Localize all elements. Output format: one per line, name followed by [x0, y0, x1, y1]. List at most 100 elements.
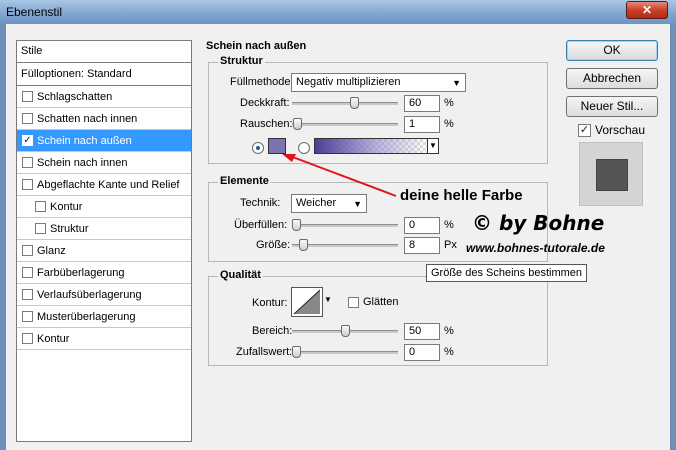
size-unit: Px: [444, 239, 457, 251]
opacity-input[interactable]: 60: [404, 95, 440, 112]
annotation-website: www.bohnes-tutorale.de: [466, 241, 605, 255]
style-preview: [579, 142, 643, 206]
chevron-down-icon: ▼: [452, 78, 461, 88]
technique-label: Technik:: [240, 197, 281, 209]
contour-label: Kontur:: [252, 297, 288, 309]
close-button[interactable]: ✕: [626, 1, 668, 19]
smooth-checkbox-row[interactable]: Glätten: [348, 296, 398, 308]
spread-label: Überfüllen:: [234, 219, 288, 231]
sidebar-item[interactable]: Verlaufsüberlagerung: [17, 284, 191, 306]
glow-gradient-swatch[interactable]: [314, 138, 428, 154]
jitter-input[interactable]: 0: [404, 344, 440, 361]
annotation-credit: © by Bohne: [472, 211, 605, 235]
jitter-unit: %: [444, 346, 454, 358]
sidebar-item[interactable]: Kontur: [17, 328, 191, 350]
sidebar-item-label: Verlaufsüberlagerung: [37, 288, 142, 301]
jitter-label: Zufallswert:: [236, 346, 293, 358]
sidebar-item-checkbox[interactable]: [22, 245, 33, 256]
styles-sidebar: Stile Fülloptionen: Standard Schlagschat…: [16, 40, 192, 442]
title-bar: Ebenenstil ✕: [0, 0, 676, 24]
sidebar-item-label: Farbüberlagerung: [37, 266, 125, 279]
noise-unit: %: [444, 118, 454, 130]
opacity-unit: %: [444, 97, 454, 109]
sidebar-item-label: Abgeflachte Kante und Relief: [37, 178, 180, 191]
sidebar-item[interactable]: Glanz: [17, 240, 191, 262]
sidebar-blending-options[interactable]: Fülloptionen: Standard: [17, 63, 191, 86]
sidebar-item[interactable]: Abgeflachte Kante und Relief: [17, 174, 191, 196]
opacity-slider-track[interactable]: [292, 102, 398, 105]
range-unit: %: [444, 325, 454, 337]
color-radio[interactable]: [252, 142, 264, 154]
sidebar-item-checkbox[interactable]: [22, 179, 33, 190]
sidebar-item[interactable]: Musterüberlagerung: [17, 306, 191, 328]
sidebar-item[interactable]: Schlagschatten: [17, 86, 191, 108]
range-slider-thumb[interactable]: [341, 325, 350, 337]
elemente-label: Elemente: [218, 175, 271, 187]
close-icon: ✕: [641, 3, 653, 17]
sidebar-list: Schlagschatten Schatten nach innen ✓ Schein…: [17, 86, 191, 350]
preview-label: Vorschau: [595, 123, 646, 137]
sidebar-item-checkbox[interactable]: [35, 223, 46, 234]
blend-mode-label: Füllmethode:: [230, 76, 294, 88]
sidebar-item-checkbox[interactable]: [22, 333, 33, 344]
size-input[interactable]: 8: [404, 237, 440, 254]
sidebar-item[interactable]: Schatten nach innen: [17, 108, 191, 130]
sidebar-item-checkbox[interactable]: [22, 157, 33, 168]
sidebar-item-label: Schein nach innen: [37, 156, 128, 169]
annotation-arrow: [282, 154, 397, 197]
spread-unit: %: [444, 219, 454, 231]
size-tooltip: Größe des Scheins bestimmen: [426, 264, 588, 282]
sidebar-item-checkbox[interactable]: [22, 289, 33, 300]
smooth-label: Glätten: [363, 296, 399, 308]
smooth-checkbox[interactable]: [348, 296, 359, 308]
contour-preview[interactable]: [291, 287, 323, 317]
sidebar-item[interactable]: Struktur: [17, 218, 191, 240]
noise-slider-thumb[interactable]: [292, 118, 302, 130]
sidebar-item-checkbox[interactable]: [22, 267, 33, 278]
sidebar-item-checkbox[interactable]: [22, 113, 33, 124]
contour-curve-icon: [293, 289, 321, 315]
size-slider-thumb[interactable]: [299, 239, 308, 251]
sidebar-item-label: Struktur: [50, 222, 89, 235]
spread-slider-track[interactable]: [292, 224, 398, 227]
preview-checkbox[interactable]: ✓: [578, 123, 591, 137]
preview-checkbox-row[interactable]: ✓ Vorschau: [578, 123, 645, 137]
jitter-slider-thumb[interactable]: [292, 346, 301, 358]
new-style-button[interactable]: Neuer Stil...: [566, 96, 658, 117]
noise-slider-track[interactable]: [292, 123, 398, 126]
sidebar-item-checkbox[interactable]: ✓: [22, 135, 33, 146]
sidebar-item-label: Kontur: [50, 200, 83, 213]
sidebar-item-checkbox[interactable]: [22, 311, 33, 322]
chevron-down-icon[interactable]: ▼: [324, 295, 332, 304]
chevron-down-icon: ▼: [429, 141, 437, 150]
layer-style-dialog: Stile Fülloptionen: Standard Schlagschat…: [6, 24, 670, 450]
sidebar-item[interactable]: ✓ Schein nach außen: [17, 130, 191, 152]
sidebar-header[interactable]: Stile: [17, 41, 191, 63]
jitter-slider-track[interactable]: [292, 351, 398, 354]
gradient-radio[interactable]: [298, 142, 310, 154]
opacity-slider-thumb[interactable]: [350, 97, 360, 109]
glow-color-swatch[interactable]: [268, 138, 286, 154]
range-input[interactable]: 50: [404, 323, 440, 340]
ok-button[interactable]: OK: [566, 40, 658, 61]
spread-slider-thumb[interactable]: [292, 219, 301, 231]
sidebar-item-checkbox[interactable]: [22, 91, 33, 102]
sidebar-item[interactable]: Farbüberlagerung: [17, 262, 191, 284]
sidebar-item[interactable]: Kontur: [17, 196, 191, 218]
noise-input[interactable]: 1: [404, 116, 440, 133]
size-label: Größe:: [256, 239, 291, 251]
qualitaet-label: Qualität: [218, 269, 263, 281]
blend-mode-select[interactable]: Negativ multiplizieren ▼: [291, 73, 466, 92]
range-label: Bereich:: [252, 325, 293, 337]
window-title: Ebenenstil: [6, 5, 63, 19]
gradient-dropdown[interactable]: ▼: [427, 138, 439, 154]
sidebar-item[interactable]: Schein nach innen: [17, 152, 191, 174]
spread-input[interactable]: 0: [404, 217, 440, 234]
sidebar-item-label: Schein nach außen: [37, 134, 132, 147]
preview-thumbnail: [596, 159, 628, 191]
sidebar-item-label: Musterüberlagerung: [37, 310, 136, 323]
noise-label: Rauschen:: [240, 118, 293, 130]
cancel-button[interactable]: Abbrechen: [566, 68, 658, 89]
sidebar-item-label: Schlagschatten: [37, 90, 113, 103]
sidebar-item-checkbox[interactable]: [35, 201, 46, 212]
